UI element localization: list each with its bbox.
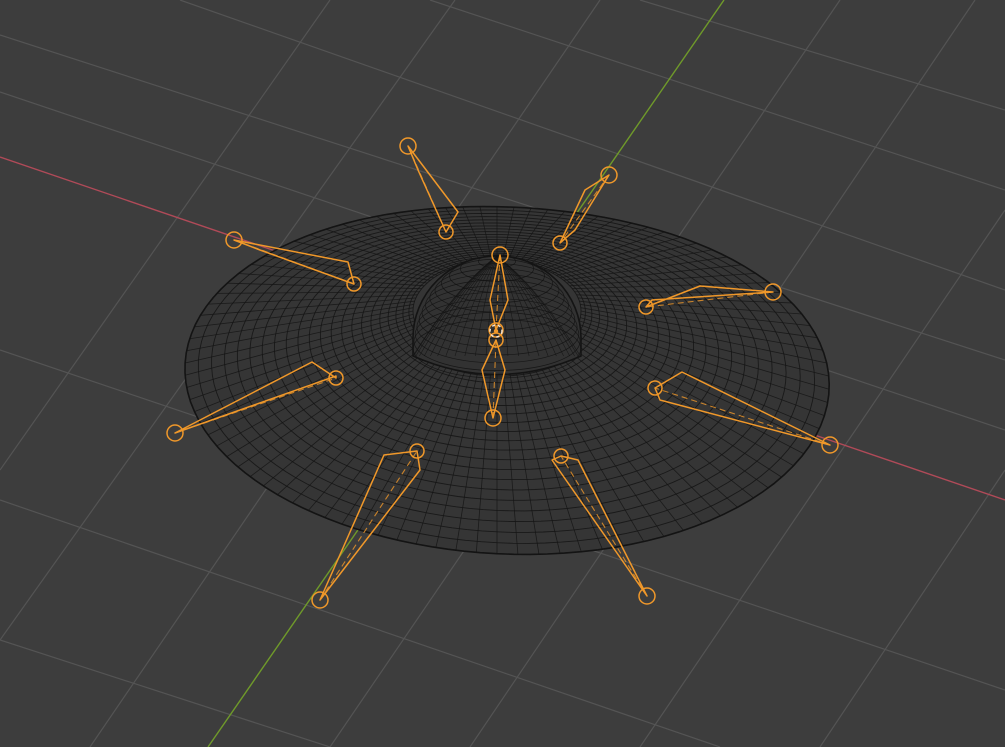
viewport-scene[interactable] — [0, 0, 1005, 747]
origin-dot-icon — [493, 328, 499, 334]
grid-line — [0, 639, 331, 747]
3d-viewport[interactable] — [0, 0, 1005, 747]
grid-line — [429, 0, 1005, 191]
grid-line — [639, 0, 1005, 111]
grid-line — [819, 469, 1005, 747]
